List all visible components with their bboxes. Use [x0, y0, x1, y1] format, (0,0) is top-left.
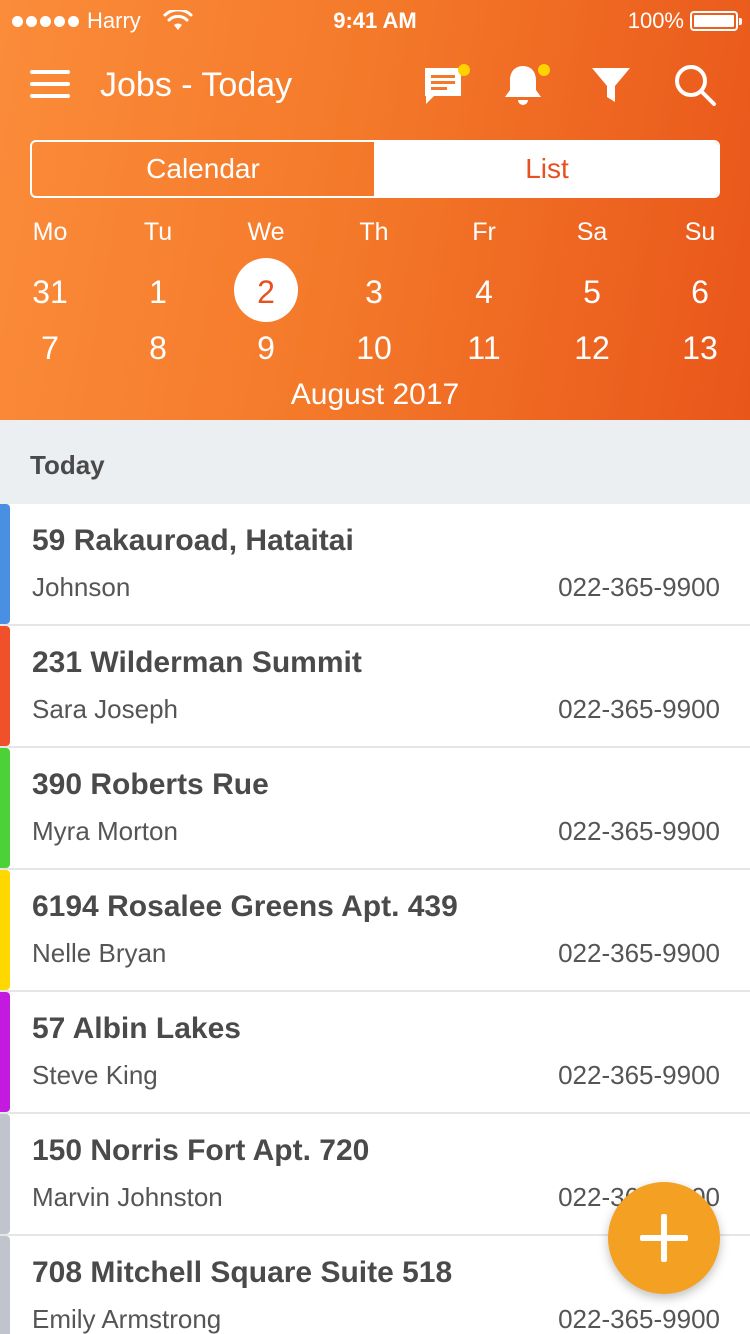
job-row[interactable]: 57 Albin Lakes Steve King 022-365-9900	[0, 992, 750, 1114]
job-address: 231 Wilderman Summit	[32, 646, 362, 679]
job-address: 57 Albin Lakes	[32, 1012, 241, 1045]
section-title: Today	[30, 450, 105, 480]
chat-icon[interactable]	[420, 62, 470, 108]
day-cell[interactable]: 13	[660, 330, 740, 367]
weekday-label: Fr	[472, 218, 496, 246]
job-phone[interactable]: 022-365-9900	[558, 694, 720, 725]
job-row[interactable]: 231 Wilderman Summit Sara Joseph 022-365…	[0, 626, 750, 748]
job-customer: Sara Joseph	[32, 694, 178, 724]
weekday-label: Su	[684, 218, 716, 246]
job-row[interactable]: 59 Rakauroad, Hataitai Johnson 022-365-9…	[0, 504, 750, 626]
job-address: 6194 Rosalee Greens Apt. 439	[32, 890, 458, 923]
job-color-bar	[0, 504, 10, 624]
section-header: Today	[0, 420, 750, 504]
job-color-bar	[0, 1114, 10, 1234]
day-cell[interactable]: 10	[334, 330, 414, 367]
header: Harry 9:41 AM 100% Jobs - Today Calendar…	[0, 0, 750, 420]
tab-calendar[interactable]: Calendar	[32, 142, 376, 196]
day-cell[interactable]: 8	[118, 330, 198, 367]
weekday-label: Th	[359, 218, 389, 246]
weekday-label: Sa	[576, 218, 608, 246]
job-color-bar	[0, 870, 10, 990]
plus-icon	[640, 1214, 688, 1262]
day-cell[interactable]: 31	[10, 274, 90, 311]
job-color-bar	[0, 992, 10, 1112]
navbar: Jobs - Today	[0, 56, 750, 116]
job-customer: Marvin Johnston	[32, 1182, 223, 1212]
weekday-label: Tu	[143, 218, 173, 246]
job-customer: Emily Armstrong	[32, 1304, 222, 1334]
battery-icon	[690, 11, 742, 31]
tab-list[interactable]: List	[376, 142, 718, 196]
view-segmented-control: Calendar List	[30, 140, 720, 198]
job-address: 150 Norris Fort Apt. 720	[32, 1134, 370, 1167]
job-customer: Steve King	[32, 1060, 158, 1090]
day-cell[interactable]: 12	[552, 330, 632, 367]
job-color-bar	[0, 748, 10, 868]
day-cell[interactable]: 4	[444, 274, 524, 311]
job-color-bar	[0, 1236, 10, 1334]
bell-icon[interactable]	[500, 62, 550, 108]
job-color-bar	[0, 626, 10, 746]
job-row[interactable]: 6194 Rosalee Greens Apt. 439 Nelle Bryan…	[0, 870, 750, 992]
job-phone[interactable]: 022-365-9900	[558, 816, 720, 847]
chat-badge	[458, 64, 470, 76]
job-customer: Myra Morton	[32, 816, 178, 846]
day-cell[interactable]: 11	[444, 330, 524, 367]
job-phone[interactable]: 022-365-9900	[558, 938, 720, 969]
battery-percent: 100%	[627, 8, 684, 33]
status-bar: Harry 9:41 AM 100%	[0, 0, 750, 40]
job-address: 390 Roberts Rue	[32, 768, 269, 801]
job-phone[interactable]: 022-365-9900	[558, 572, 720, 603]
page-title: Jobs - Today	[100, 66, 293, 104]
day-cell-selected[interactable]: 2	[226, 274, 306, 311]
day-cell[interactable]: 9	[226, 330, 306, 367]
job-customer: Nelle Bryan	[32, 938, 167, 968]
day-cell[interactable]: 5	[552, 274, 632, 311]
menu-icon[interactable]	[30, 70, 70, 100]
job-phone[interactable]: 022-365-9900	[558, 1060, 720, 1091]
weekday-label: Mo	[32, 218, 68, 246]
job-row[interactable]: 390 Roberts Rue Myra Morton 022-365-9900	[0, 748, 750, 870]
search-icon[interactable]	[672, 62, 718, 108]
job-phone[interactable]: 022-365-9900	[558, 1304, 720, 1334]
day-cell[interactable]: 7	[10, 330, 90, 367]
day-cell[interactable]: 3	[334, 274, 414, 311]
month-label: August 2017	[290, 378, 460, 411]
job-customer: Johnson	[32, 572, 131, 602]
add-job-button[interactable]	[608, 1182, 720, 1294]
filter-icon[interactable]	[588, 62, 634, 108]
bell-badge	[538, 64, 550, 76]
weekday-label: We	[247, 218, 285, 246]
job-address: 59 Rakauroad, Hataitai	[32, 524, 354, 557]
day-cell[interactable]: 1	[118, 274, 198, 311]
job-address: 708 Mitchell Square Suite 518	[32, 1256, 453, 1289]
day-cell[interactable]: 6	[660, 274, 740, 311]
